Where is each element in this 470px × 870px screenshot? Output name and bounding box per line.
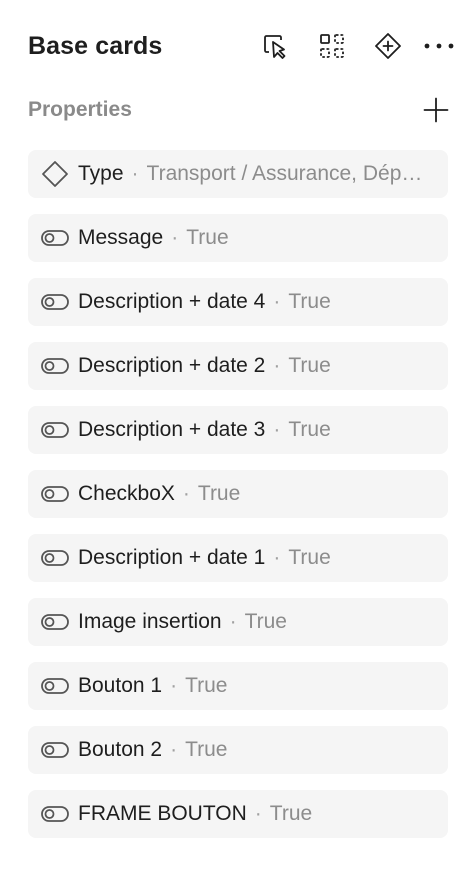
property-value: True	[288, 546, 331, 569]
property-row[interactable]: FRAME BOUTON · True	[28, 790, 448, 838]
boolean-toggle-icon	[40, 415, 70, 445]
property-value: True	[185, 738, 228, 761]
property-name: Message	[78, 226, 164, 249]
separator-dot: ·	[171, 226, 179, 249]
properties-list: Type · Transport / Assurance, Dépenses… Mes…	[28, 150, 448, 854]
property-name: Description + date 3	[78, 418, 266, 441]
component-icon	[375, 33, 401, 59]
property-row[interactable]: Description + date 2 · True	[28, 342, 448, 390]
component-grid-button[interactable]	[304, 26, 360, 66]
property-row[interactable]: Bouton 1 · True	[28, 662, 448, 710]
panel-header: Base cards	[28, 22, 456, 70]
boolean-toggle-icon	[40, 351, 70, 381]
property-row[interactable]: Description + date 1 · True	[28, 534, 448, 582]
component-properties-panel: Base cards Properties Type · Transport /…	[0, 0, 470, 870]
property-name: Type	[78, 162, 124, 185]
separator-dot: ·	[170, 674, 178, 697]
variant-property-icon	[40, 159, 70, 189]
select-matching-layers-button[interactable]	[248, 26, 304, 66]
property-value: True	[288, 418, 331, 441]
property-row[interactable]: Message · True	[28, 214, 448, 262]
separator-dot: ·	[273, 418, 281, 441]
property-value: True	[288, 290, 331, 313]
separator-dot: ·	[131, 162, 139, 185]
boolean-toggle-icon	[40, 479, 70, 509]
more-options-button[interactable]	[416, 26, 456, 66]
property-row[interactable]: Description + date 3 · True	[28, 406, 448, 454]
property-name: Description + date 4	[78, 290, 266, 313]
select-matching-layers-icon	[264, 35, 286, 59]
property-row[interactable]: Image insertion · True	[28, 598, 448, 646]
boolean-toggle-icon	[40, 543, 70, 573]
property-value: True	[269, 802, 313, 825]
separator-dot: ·	[254, 802, 262, 825]
plus-icon	[423, 97, 449, 123]
property-row[interactable]: Type · Transport / Assurance, Dépenses…	[28, 150, 448, 198]
boolean-toggle-icon	[40, 287, 70, 317]
properties-label: Properties	[28, 98, 132, 121]
separator-dot: ·	[273, 354, 281, 377]
panel-title: Base cards	[28, 31, 163, 60]
boolean-toggle-icon	[40, 735, 70, 765]
property-value: True	[244, 610, 287, 633]
more-icon	[424, 43, 454, 49]
property-name: Bouton 2	[78, 738, 163, 761]
separator-dot: ·	[229, 610, 237, 633]
add-property-button[interactable]	[420, 94, 452, 126]
property-name: Image insertion	[78, 610, 222, 633]
separator-dot: ·	[273, 546, 281, 569]
property-value: Transport / Assurance, Dépenses…	[146, 162, 432, 185]
property-name: CheckboX	[78, 482, 175, 505]
separator-dot: ·	[182, 482, 190, 505]
property-value: True	[186, 226, 229, 249]
component-grid-icon	[320, 34, 344, 58]
property-name: Bouton 1	[78, 674, 163, 697]
boolean-toggle-icon	[40, 607, 70, 637]
separator-dot: ·	[273, 290, 281, 313]
separator-dot: ·	[170, 738, 178, 761]
property-value: True	[288, 354, 331, 377]
property-row[interactable]: Bouton 2 · True	[28, 726, 448, 774]
boolean-toggle-icon	[40, 799, 70, 829]
property-value: True	[197, 482, 241, 505]
property-name: Description + date 2	[78, 354, 266, 377]
property-row[interactable]: CheckboX · True	[28, 470, 448, 518]
component-button[interactable]	[360, 26, 416, 66]
boolean-toggle-icon	[40, 671, 70, 701]
boolean-toggle-icon	[40, 223, 70, 253]
properties-section-header: Properties	[28, 92, 452, 128]
property-name: Description + date 1	[78, 546, 266, 569]
property-row[interactable]: Description + date 4 · True	[28, 278, 448, 326]
property-name: FRAME BOUTON	[78, 802, 247, 825]
header-actions	[248, 26, 456, 66]
property-value: True	[185, 674, 228, 697]
